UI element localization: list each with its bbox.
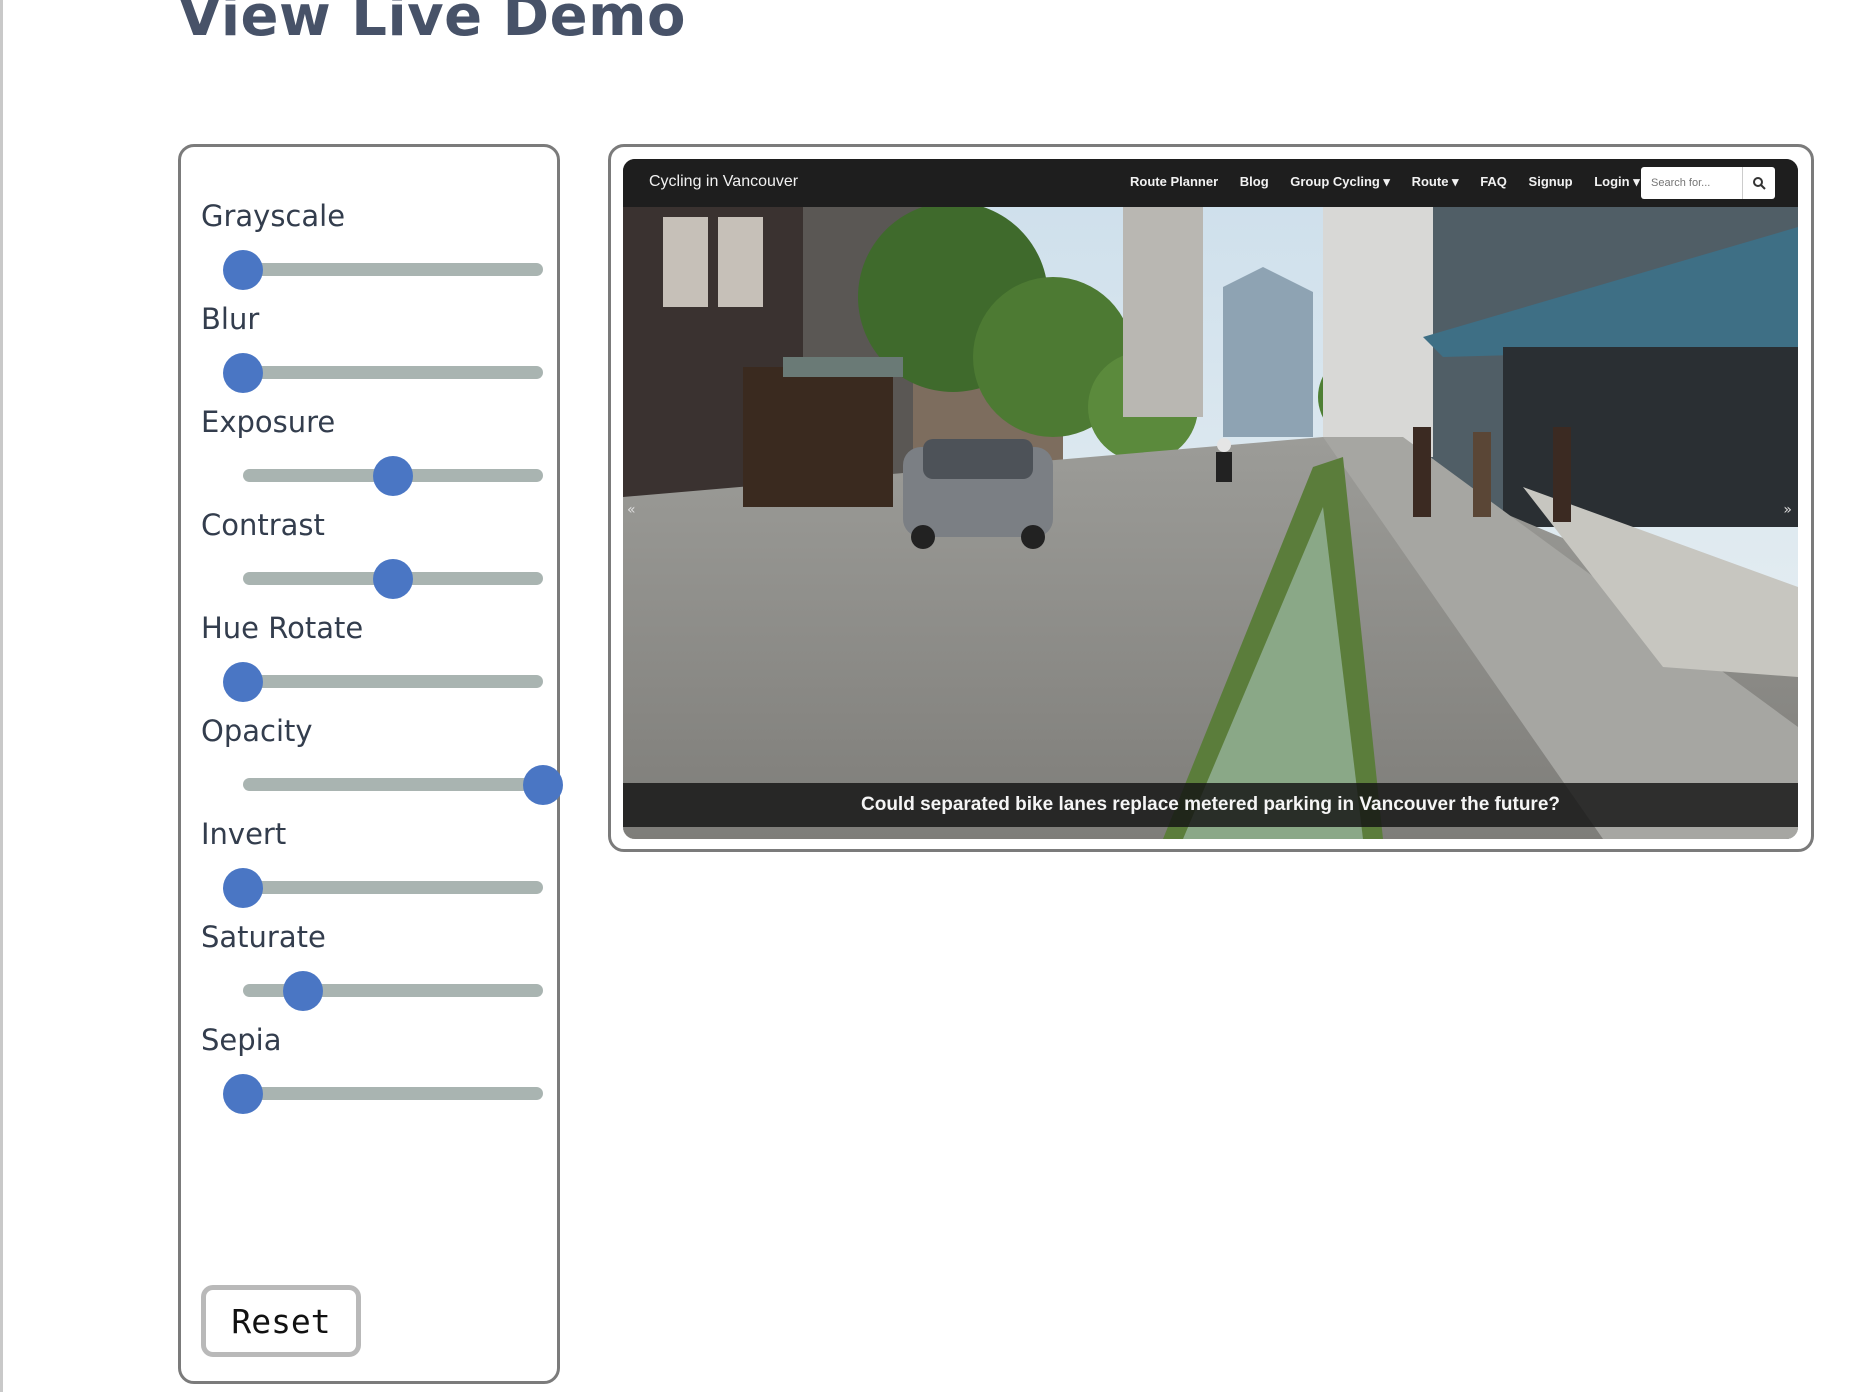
carousel-next-icon[interactable]: » [1783, 502, 1792, 518]
grayscale-label: Grayscale [201, 199, 346, 233]
carousel-prev-icon[interactable]: « [627, 502, 636, 518]
contrast-slider-thumb[interactable] [373, 558, 413, 599]
invert-slider[interactable] [223, 867, 543, 908]
blur-slider[interactable] [223, 352, 543, 393]
contrast-label: Contrast [201, 508, 325, 542]
hue-rotate-label: Hue Rotate [201, 611, 364, 645]
site-nav-links: Route Planner Blog Group Cycling ▾ Route… [1130, 174, 1658, 190]
saturate-control: Saturate [201, 920, 543, 1030]
invert-slider-thumb[interactable] [223, 867, 263, 908]
preview-screenshot: « » Could separated bike lanes replace m… [623, 159, 1798, 839]
invert-label: Invert [201, 817, 287, 851]
site-search [1641, 167, 1775, 199]
street-scene-image [623, 202, 1798, 839]
opacity-slider[interactable] [243, 764, 563, 805]
hue-rotate-slider[interactable] [223, 661, 543, 702]
exposure-label: Exposure [201, 405, 336, 439]
page-left-border [0, 0, 3, 1392]
site-search-input[interactable] [1641, 167, 1741, 199]
nav-signup[interactable]: Signup [1529, 174, 1573, 189]
sepia-label: Sepia [201, 1023, 282, 1057]
hue-rotate-control: Hue Rotate [201, 611, 543, 721]
nav-blog[interactable]: Blog [1240, 174, 1269, 189]
street-photo: « » Could separated bike lanes replace m… [623, 202, 1798, 839]
blur-slider-thumb[interactable] [223, 352, 263, 393]
grayscale-slider-thumb[interactable] [223, 249, 263, 290]
nav-faq[interactable]: FAQ [1480, 174, 1507, 189]
saturate-label: Saturate [201, 920, 326, 954]
nav-route[interactable]: Route ▾ [1412, 174, 1459, 189]
invert-control: Invert [201, 817, 543, 927]
search-icon[interactable] [1742, 167, 1775, 199]
saturate-slider-thumb[interactable] [283, 970, 323, 1011]
grayscale-slider[interactable] [223, 249, 543, 290]
exposure-slider[interactable] [243, 455, 543, 496]
filter-controls-panel: Grayscale Blur Exposure Contrast Hue Rot… [178, 144, 563, 1384]
nav-group-cycling[interactable]: Group Cycling ▾ [1290, 174, 1390, 189]
preview-frame: « » Could separated bike lanes replace m… [608, 144, 1814, 852]
exposure-slider-thumb[interactable] [373, 455, 413, 496]
photo-caption: Could separated bike lanes replace meter… [623, 783, 1798, 827]
opacity-label: Opacity [201, 714, 313, 748]
site-brand[interactable]: Cycling in Vancouver [649, 173, 798, 191]
nav-route-planner[interactable]: Route Planner [1130, 174, 1218, 189]
hue-rotate-slider-thumb[interactable] [223, 661, 263, 702]
sepia-control: Sepia [201, 1023, 543, 1133]
nav-login[interactable]: Login ▾ [1594, 174, 1640, 189]
opacity-control: Opacity [201, 714, 563, 824]
preview-navbar: Cycling in Vancouver Route Planner Blog … [623, 159, 1798, 207]
page-title: View Live Demo [178, 0, 686, 49]
saturate-slider[interactable] [243, 970, 543, 1011]
sepia-slider[interactable] [223, 1073, 543, 1114]
contrast-control: Contrast [201, 508, 543, 618]
grayscale-control: Grayscale [201, 199, 543, 309]
blur-label: Blur [201, 302, 260, 336]
sepia-slider-thumb[interactable] [223, 1073, 263, 1114]
contrast-slider[interactable] [243, 558, 543, 599]
blur-control: Blur [201, 302, 543, 412]
reset-button[interactable]: Reset [201, 1285, 361, 1357]
exposure-control: Exposure [201, 405, 543, 515]
opacity-slider-thumb[interactable] [523, 764, 563, 805]
